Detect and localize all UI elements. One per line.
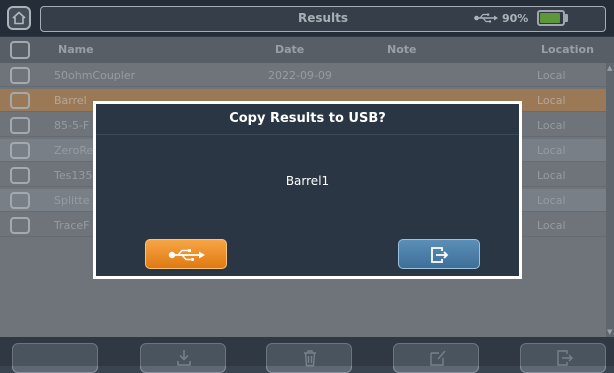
dialog-message: Barrel1	[285, 174, 330, 188]
copy-to-usb-button[interactable]	[145, 239, 227, 269]
exit-icon	[431, 247, 449, 263]
cancel-exit-button[interactable]	[398, 239, 480, 269]
dialog-title: Copy Results to USB?	[229, 111, 386, 126]
dialog-divider	[96, 134, 519, 135]
usb-icon	[168, 249, 205, 261]
copy-to-usb-dialog: Copy Results to USB? Barrel1	[93, 101, 522, 279]
